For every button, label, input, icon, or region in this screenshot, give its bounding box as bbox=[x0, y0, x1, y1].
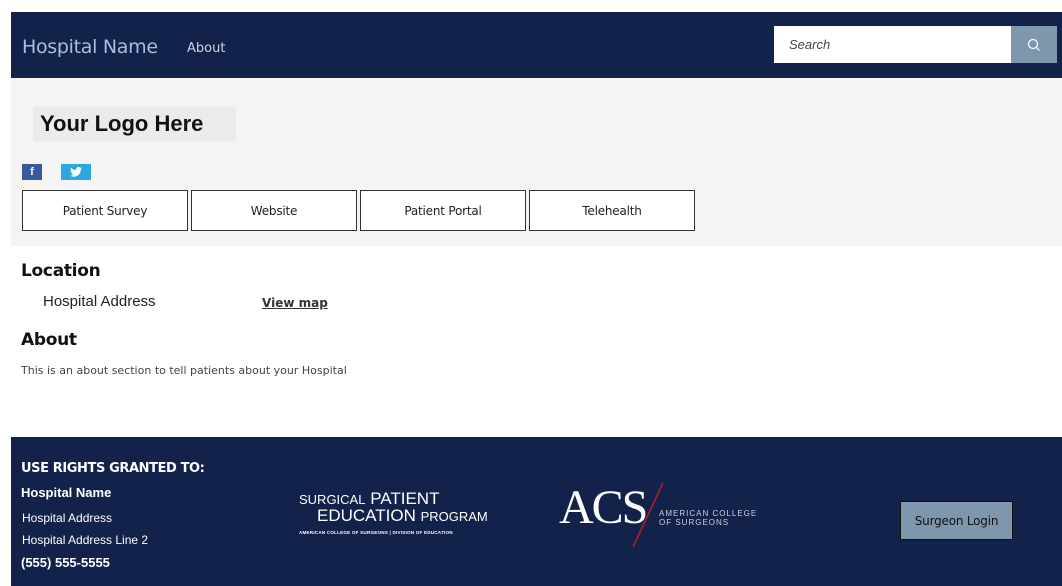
facebook-glyph: f bbox=[30, 166, 34, 178]
patient-survey-button[interactable]: Patient Survey bbox=[22, 190, 188, 231]
search-icon bbox=[1027, 38, 1040, 51]
acs-name-line-1: AMERICAN COLLEGE bbox=[659, 509, 758, 518]
acs-name-line-2: OF SURGEONS bbox=[659, 518, 730, 527]
footer-hospital-name: Hospital Name bbox=[21, 485, 112, 500]
patient-portal-button[interactable]: Patient Portal bbox=[360, 190, 526, 231]
spep-word-program: PROGRAM bbox=[420, 509, 488, 524]
website-button[interactable]: Website bbox=[191, 190, 357, 231]
about-text: This is an about section to tell patient… bbox=[21, 364, 347, 377]
top-navbar: Hospital Name About bbox=[11, 12, 1062, 78]
spep-word-surgical: SURGICAL bbox=[299, 492, 366, 507]
search-button[interactable] bbox=[1011, 26, 1057, 63]
nav-about-link[interactable]: About bbox=[187, 41, 225, 56]
footer-address: Hospital Address bbox=[22, 511, 113, 525]
search-input[interactable] bbox=[774, 26, 1012, 63]
facebook-icon[interactable]: f bbox=[22, 164, 42, 180]
surgical-patient-education-logo: SURGICAL PATIENT EDUCATION PROGRAM AMERI… bbox=[299, 490, 499, 550]
footer-address-line-2: Hospital Address Line 2 bbox=[22, 533, 149, 547]
header-band: Your Logo Here f Patient Survey Website … bbox=[11, 78, 1062, 246]
twitter-bird-icon bbox=[70, 167, 82, 177]
quick-links-row: Patient Survey Website Patient Portal Te… bbox=[22, 190, 698, 231]
about-heading: About bbox=[21, 330, 77, 350]
acs-name: AMERICAN COLLEGE OF SURGEONS bbox=[659, 509, 757, 527]
spep-subline: AMERICAN COLLEGE OF SURGEONS | DIVISION … bbox=[299, 530, 453, 535]
use-rights-label: USE RIGHTS GRANTED TO: bbox=[21, 461, 205, 476]
location-heading: Location bbox=[21, 261, 101, 281]
logo-placeholder: Your Logo Here bbox=[33, 107, 236, 141]
view-map-link[interactable]: View map bbox=[262, 296, 328, 310]
brand-link[interactable]: Hospital Name bbox=[22, 36, 158, 58]
telehealth-button[interactable]: Telehealth bbox=[529, 190, 695, 231]
hospital-address: Hospital Address bbox=[43, 293, 156, 310]
twitter-icon[interactable] bbox=[61, 164, 91, 180]
spep-word-education: EDUCATION bbox=[317, 506, 416, 525]
footer: USE RIGHTS GRANTED TO: Hospital Name Hos… bbox=[11, 437, 1062, 586]
footer-phone: (555) 555-5555 bbox=[21, 555, 110, 570]
acs-logo: ACS AMERICAN COLLEGE OF SURGEONS bbox=[559, 481, 789, 551]
surgeon-login-button[interactable]: Surgeon Login bbox=[900, 501, 1013, 540]
